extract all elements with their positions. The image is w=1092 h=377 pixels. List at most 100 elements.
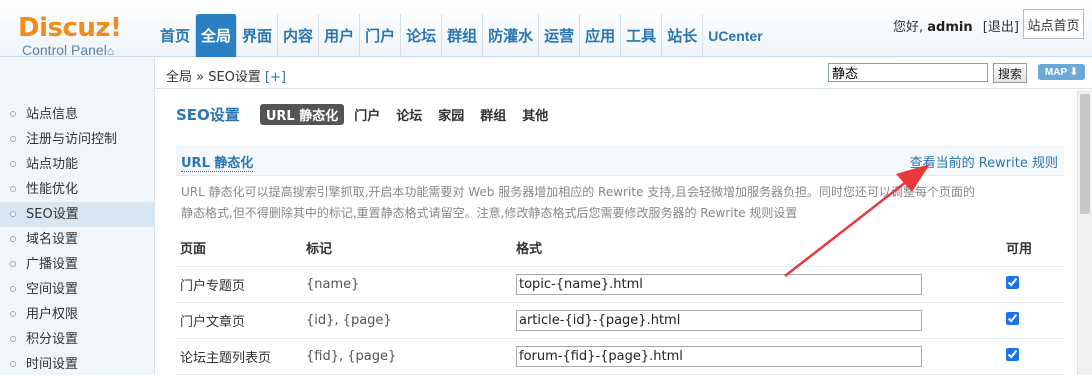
discuz-logo[interactable]: Discuz! (18, 14, 122, 42)
tag-value: {fid}, {page} (306, 338, 516, 375)
description: URL 静态化可以提高搜索引擎抓取,开启本功能需要对 Web 服务器增加相应的 … (181, 182, 1031, 224)
sidebar-item-label: 广播设置 (26, 257, 79, 272)
nav-tab-content[interactable]: 内容 (278, 14, 320, 57)
bullet-icon (10, 111, 16, 117)
sidebar-item-label: 时间设置 (26, 357, 79, 372)
search-button[interactable]: 搜索 (993, 63, 1027, 83)
sidebar-item-register-access[interactable]: 注册与访问控制 (0, 127, 154, 152)
breadcrumb-text: 全局 » SEO设置 (166, 70, 261, 85)
view-rewrite-rules-link[interactable]: 查看当前的 Rewrite 规则 (910, 152, 1058, 171)
nav-tab-apps[interactable]: 应用 (580, 14, 622, 57)
sidebar-item-site-features[interactable]: 站点功能 (0, 152, 154, 177)
sidebar-item-label: 用户权限 (26, 307, 79, 322)
sidebar-item-label: SEO设置 (26, 207, 79, 222)
greeting-text: 您好, (893, 20, 924, 35)
enabled-checkbox[interactable] (1006, 311, 1019, 325)
url-rules-table: 页面 标记 格式 可用 门户专题页 {name} 门户文章页 {id}, {pa… (176, 230, 1064, 375)
nav-tab-webmaster[interactable]: 站长 (662, 14, 704, 57)
enabled-cell (1004, 338, 1064, 375)
bullet-icon (10, 136, 16, 142)
sidebar-item-label: 域名设置 (26, 232, 79, 247)
add-shortcut-link[interactable]: [+] (265, 70, 286, 85)
tag-value: {id}, {page} (306, 302, 516, 339)
username: admin (927, 20, 973, 35)
sidebar-item-performance[interactable]: 性能优化 (0, 177, 154, 202)
main-content: SEO设置 URL 静态化 门户 论坛 家园 群组 其他 URL 静态化 查看当… (155, 90, 1077, 375)
nav-tab-operations[interactable]: 运营 (539, 14, 581, 57)
description-line: 静态格式,但不得删除其中的标记,重置静态格式请留空。注意,修改静态格式后您需要修… (181, 206, 798, 220)
enabled-cell (1004, 266, 1064, 303)
column-header-enabled: 可用 (1004, 230, 1064, 267)
nav-tab-interface[interactable]: 界面 (237, 14, 279, 57)
nav-tab-home[interactable]: 首页 (155, 14, 197, 57)
tab-forum[interactable]: 论坛 (396, 105, 422, 124)
bullet-icon (10, 311, 16, 317)
tab-groups[interactable]: 群组 (480, 105, 506, 124)
nav-tab-antispam[interactable]: 防灌水 (483, 14, 540, 57)
table-row: 论坛主题列表页 {fid}, {page} (176, 338, 1064, 375)
enabled-cell (1004, 302, 1064, 339)
bullet-icon (10, 186, 16, 192)
format-cell (516, 302, 1004, 339)
logout-link[interactable]: [退出] (983, 20, 1019, 35)
sidebar-item-label: 性能优化 (26, 182, 79, 197)
bullet-icon (10, 211, 16, 217)
bullet-icon (10, 161, 16, 167)
sidebar-item-space[interactable]: 空间设置 (0, 277, 154, 302)
nav-tab-portal[interactable]: 门户 (360, 14, 402, 57)
vertical-scrollbar[interactable] (1077, 90, 1092, 375)
map-button[interactable]: MAP ⬇ (1038, 64, 1085, 80)
format-cell (516, 338, 1004, 375)
nav-tab-users[interactable]: 用户 (319, 14, 361, 57)
page-name: 论坛主题列表页 (176, 338, 306, 375)
sidebar-item-user-permissions[interactable]: 用户权限 (0, 302, 154, 327)
tab-portal[interactable]: 门户 (354, 105, 380, 124)
bullet-icon (10, 361, 16, 367)
bullet-icon (10, 336, 16, 342)
enabled-checkbox[interactable] (1006, 275, 1019, 289)
tab-other[interactable]: 其他 (522, 105, 548, 124)
sidebar-item-broadcast[interactable]: 广播设置 (0, 252, 154, 277)
sidebar-item-time[interactable]: 时间设置 (0, 352, 154, 377)
sidebar-item-site-info[interactable]: 站点信息 (0, 102, 154, 127)
sidebar-item-seo[interactable]: SEO设置 (0, 202, 154, 227)
sidebar-item-label: 站点功能 (26, 157, 79, 172)
sidebar-menu: 站点信息 注册与访问控制 站点功能 性能优化 SEO设置 域名设置 广播设置 空… (0, 102, 154, 377)
scrollbar-thumb[interactable] (1080, 94, 1090, 214)
house-icon[interactable]: ⌂ (107, 44, 114, 58)
nav-tab-global[interactable]: 全局 (196, 14, 238, 57)
format-input[interactable] (516, 273, 922, 295)
sidebar-item-label: 空间设置 (26, 282, 79, 297)
column-header-page: 页面 (176, 230, 306, 267)
bullet-icon (10, 286, 16, 292)
nav-tab-tools[interactable]: 工具 (621, 14, 663, 57)
sidebar-item-credits[interactable]: 积分设置 (0, 327, 154, 352)
table-row: 门户文章页 {id}, {page} (176, 302, 1064, 339)
page-name: 门户专题页 (176, 266, 306, 303)
format-input[interactable] (516, 309, 922, 331)
enabled-checkbox[interactable] (1006, 347, 1019, 361)
tab-home[interactable]: 家园 (438, 105, 464, 124)
sidebar-item-label: 站点信息 (26, 107, 79, 122)
sidebar-item-label: 积分设置 (26, 332, 79, 347)
page-title: SEO设置 (176, 106, 240, 124)
section-header: URL 静态化 查看当前的 Rewrite 规则 (176, 145, 1064, 176)
description-line: URL 静态化可以提高搜索引擎抓取,开启本功能需要对 Web 服务器增加相应的 … (181, 185, 976, 199)
site-home-button[interactable]: 站点首页 (1023, 9, 1084, 39)
format-input[interactable] (516, 345, 922, 367)
search-input[interactable] (828, 63, 988, 82)
bullet-icon (10, 261, 16, 267)
main-nav: 首页 全局 界面 内容 用户 门户 论坛 群组 防灌水 运营 应用 工具 站长 … (155, 14, 768, 57)
nav-tab-groups[interactable]: 群组 (442, 14, 484, 57)
user-bar: 您好, admin [退出] (893, 16, 1019, 35)
breadcrumb: 全局 » SEO设置 [+] (166, 66, 286, 85)
sidebar-item-domain[interactable]: 域名设置 (0, 227, 154, 252)
nav-tab-ucenter[interactable]: UCenter (703, 14, 767, 57)
tag-value: {name} (306, 266, 516, 303)
page-name: 门户文章页 (176, 302, 306, 339)
table-header-row: 页面 标记 格式 可用 (176, 230, 1064, 267)
sidebar-item-label: 注册与访问控制 (26, 132, 118, 147)
tab-url-static[interactable]: URL 静态化 (259, 104, 345, 125)
section-title[interactable]: URL 静态化 (181, 152, 254, 172)
nav-tab-forum[interactable]: 论坛 (401, 14, 443, 57)
